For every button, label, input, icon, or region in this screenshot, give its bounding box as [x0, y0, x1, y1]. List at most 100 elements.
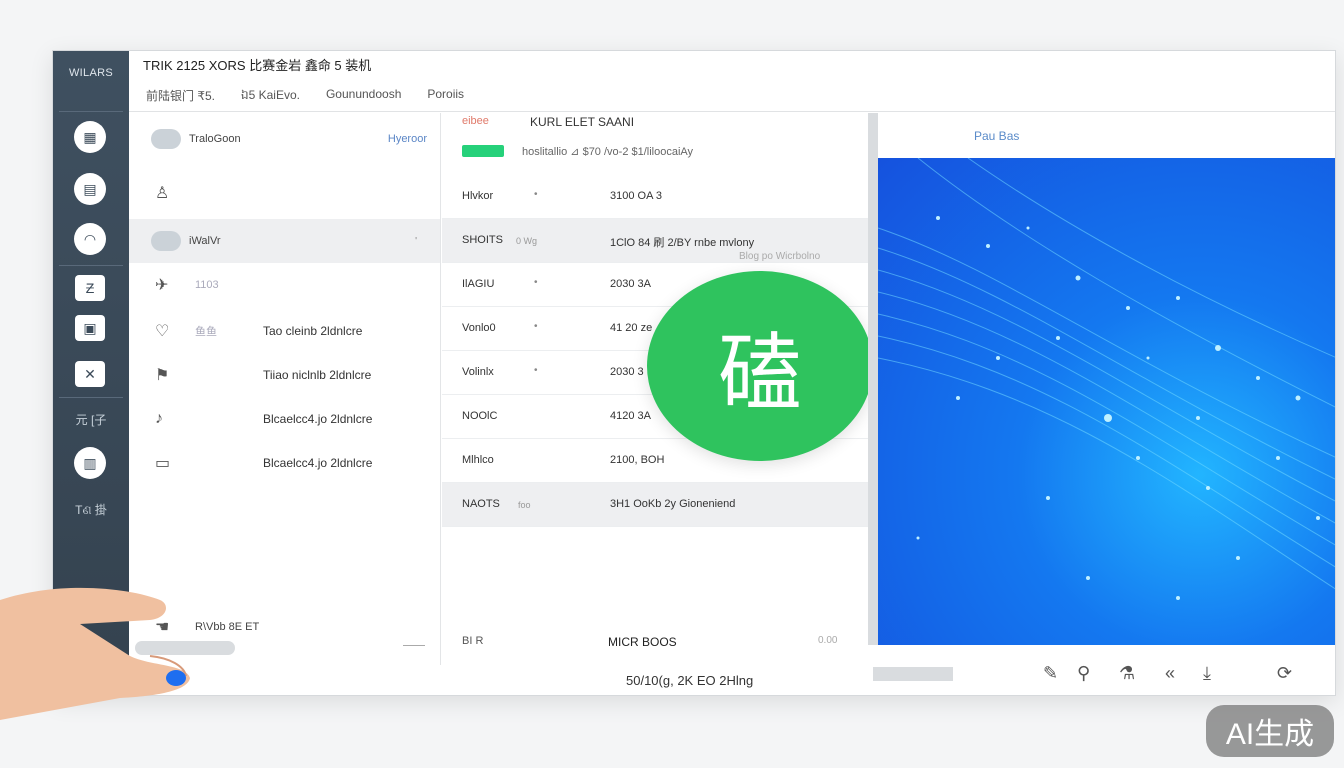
- image-panel-title: Pau Bas: [974, 129, 1020, 143]
- row-tag: 0 Wg: [516, 236, 538, 246]
- tile-icon[interactable]: Ƶ: [75, 275, 105, 301]
- list-item-label: 鱼鱼: [195, 326, 217, 338]
- row-key: Vonlo0: [462, 322, 496, 334]
- chevron-icon[interactable]: «: [1165, 663, 1175, 684]
- list-item[interactable]: ⚑ Tiiao niclnlb 2ldnlcre: [129, 353, 441, 397]
- subnav-item[interactable]: Poroiis: [427, 87, 464, 105]
- table-header: KURL ELET SAANI: [530, 115, 635, 129]
- list-item-label: R\Vbb 8E ET: [195, 621, 260, 633]
- grid-icon[interactable]: ▤: [74, 173, 106, 205]
- list-item-text: Tiiao niclnlb 2ldnlcre: [263, 368, 372, 382]
- row-dot: •: [534, 321, 538, 332]
- row-value: 2100, BOH: [610, 454, 665, 466]
- image-panel-header: Pau Bas: [878, 113, 1335, 158]
- list-item-marker: ': [415, 235, 417, 247]
- list-item-text: Tao cleinb 2ldnlcre: [263, 324, 363, 338]
- table-footer-key: BI R: [462, 635, 484, 647]
- row-dot: •: [534, 189, 538, 200]
- row-key: NAOTS: [462, 498, 500, 510]
- row-key: NOOlC: [462, 410, 498, 422]
- list-item[interactable]: ♙: [129, 171, 441, 215]
- bookmark-icon: ⚑: [155, 367, 170, 384]
- card-icon: ▭: [155, 455, 171, 472]
- row-key: SHOITS: [462, 234, 503, 246]
- list-item[interactable]: ♪ Blcaelcc4.jo 2ldnlcre: [129, 397, 441, 441]
- particle-waves: [878, 158, 1335, 600]
- cloud-icon: [151, 231, 181, 251]
- subnav-item[interactable]: 前陆银门 ₹5.: [146, 87, 215, 105]
- bell-icon: ♪: [155, 410, 163, 427]
- row-value: 3100 OA 3: [610, 190, 662, 202]
- badge-glyph: 磕: [717, 323, 802, 422]
- subnav-item[interactable]: ឯ5 KaiEvo.: [241, 87, 300, 105]
- row-value: 3H1 OoKb 2y Gioneniend: [610, 498, 736, 510]
- rail-divider: [59, 397, 123, 398]
- column-divider: [440, 113, 441, 665]
- table-row[interactable]: Hlvkor • 3100 OA 3: [442, 175, 870, 219]
- list-item-label: 1103: [195, 279, 219, 291]
- row-value: 41 20 ze: [610, 322, 653, 334]
- progress-label: hoslitallio ⊿ $70 /vo-2 $1/liloocaiAy: [522, 146, 694, 158]
- toolbar-slider[interactable]: [873, 667, 953, 681]
- dome-icon[interactable]: ◠: [74, 223, 106, 255]
- bottom-toolbar: ✎ ⚲ ⚗ « ⤓ ⟳ ⓘ: [873, 659, 1335, 689]
- list-item-label: TraloGoon: [189, 133, 241, 145]
- row-value: 4120 3A: [610, 410, 651, 422]
- table-icon[interactable]: ▦: [74, 121, 106, 153]
- brand-logo: WILARS: [69, 67, 113, 79]
- row-value: 2030 3: [610, 366, 644, 378]
- sub-nav: 前陆银门 ₹5. ឯ5 KaiEvo. Gounundoosh Poroiis: [146, 87, 464, 105]
- list-item-label: iWalVr: [189, 235, 221, 247]
- table-row[interactable]: NAOTS foo 3H1 OoKb 2y Gioneniend: [442, 483, 870, 527]
- list-item[interactable]: TraloGoon Hyeroor: [129, 117, 441, 161]
- header-divider: [129, 111, 1335, 112]
- pin-icon: ✈: [155, 277, 169, 294]
- table-footer-title: MICR BOOS: [608, 635, 677, 649]
- list-item-link[interactable]: Hyeroor: [388, 133, 427, 145]
- table-tag: eibee: [462, 115, 489, 127]
- key-icon[interactable]: ⚲: [1077, 663, 1090, 684]
- refresh-icon[interactable]: ⟳: [1277, 663, 1292, 684]
- left-footer-rule: [403, 645, 425, 646]
- film-icon[interactable]: ▥: [74, 447, 106, 479]
- progress-bar: [462, 145, 504, 157]
- row-value: 2030 3A: [610, 278, 651, 290]
- row-tag: foo: [518, 500, 531, 510]
- app-window: WILARS ▦ ▤ ◠ Ƶ ▣ ✕ 元 [子 ▥ Tଣ 掛 ⌂ TRIK 21…: [52, 50, 1336, 696]
- heart-icon: ♡: [155, 323, 170, 340]
- list-item[interactable]: iWalVr ': [129, 219, 441, 263]
- ai-generated-watermark: AI生成: [1206, 705, 1334, 757]
- rail-divider: [59, 265, 123, 266]
- flask-icon[interactable]: ⚗: [1119, 663, 1135, 684]
- person-icon: ♙: [155, 185, 170, 202]
- settings-icon[interactable]: ✎: [1043, 663, 1058, 684]
- table-footer-value: 0.00: [818, 635, 838, 646]
- row-key: Mlhlco: [462, 454, 494, 466]
- panel-scroll-divider[interactable]: [868, 113, 878, 645]
- download-icon[interactable]: ⤓: [1203, 663, 1211, 684]
- box-icon[interactable]: ▣: [75, 315, 105, 341]
- rail-label: Tଣ 掛: [75, 503, 107, 517]
- progress-row: hoslitallio ⊿ $70 /vo-2 $1/liloocaiAy: [442, 141, 870, 175]
- page-title: TRIK 2125 XORS 比赛金岩 鑫命 5 装机: [143, 58, 372, 73]
- row-key: Hlvkor: [462, 190, 494, 202]
- row-key: IlAGIU: [462, 278, 495, 290]
- cloud-icon: [151, 129, 181, 149]
- table-footer-summary: 50/10(g, 2K EO 2Hlng: [626, 673, 754, 688]
- row-value: 1ClO 84 刷 2/BY rnbe mvlony: [610, 237, 755, 249]
- hand-pointer: [0, 587, 190, 720]
- list-item[interactable]: ▭ Blcaelcc4.jo 2ldnlcre: [129, 441, 441, 485]
- rail-divider: [59, 111, 123, 112]
- list-item[interactable]: ✈ 1103: [129, 263, 441, 307]
- list-item-text: Blcaelcc4.jo 2ldnlcre: [263, 456, 373, 470]
- app-logo-badge[interactable]: 磕: [647, 271, 873, 461]
- list-item-text: Blcaelcc4.jo 2ldnlcre: [263, 412, 373, 426]
- rail-label: 元 [子: [75, 413, 107, 427]
- cross-icon[interactable]: ✕: [75, 361, 105, 387]
- list-item[interactable]: ♡ 鱼鱼 Tao cleinb 2ldnlcre: [129, 309, 441, 353]
- data-visual-image: [878, 158, 1335, 645]
- row-dot: •: [534, 365, 538, 376]
- subnav-item[interactable]: Gounundoosh: [326, 87, 401, 105]
- hint-text: Blog po Wicrbolno: [739, 251, 821, 262]
- row-key: Volinlx: [462, 366, 494, 378]
